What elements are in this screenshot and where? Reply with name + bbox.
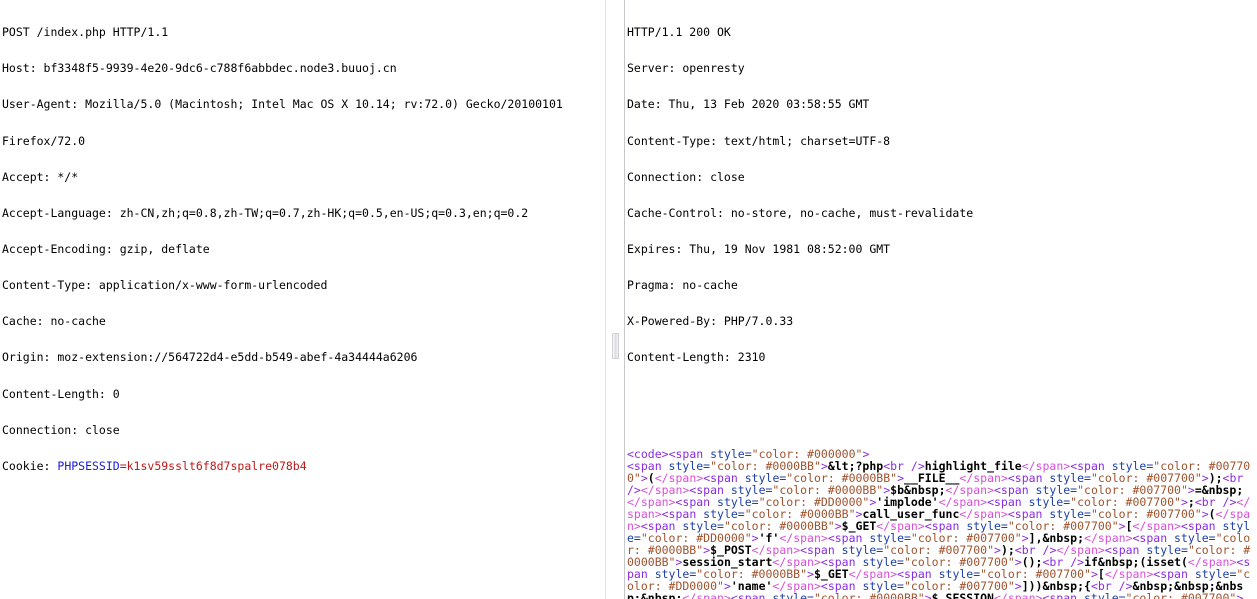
response-header-line: Server: openresty (627, 61, 745, 76)
http-viewer-window: POST /index.php HTTP/1.1 Host: bf3348f5-… (0, 0, 1257, 599)
response-header-line: Pragma: no-cache (627, 278, 738, 293)
response-header-line: Date: Thu, 13 Feb 2020 03:58:55 GMT (627, 97, 870, 112)
response-header-line: Cache-Control: no-store, no-cache, must-… (627, 205, 974, 220)
blank-separator (627, 388, 1257, 400)
splitter-grip-handle[interactable] (612, 333, 619, 359)
response-pane[interactable]: HTTP/1.1 200 OK Server: openresty Date: … (625, 0, 1257, 599)
cookie-value: =k1sv59sslt6f8d7spalre078b4 (119, 458, 307, 473)
request-text[interactable]: POST /index.php HTTP/1.1 Host: bf3348f5-… (0, 0, 605, 496)
response-header-line: X-Powered-By: PHP/7.0.33 (627, 314, 794, 329)
request-line: Accept: */* (2, 169, 79, 184)
request-line: Firefox/72.0 (2, 133, 86, 148)
request-line: Host: bf3348f5-9939-4e20-9dc6-c788f6abbd… (2, 61, 397, 76)
response-header-line: Content-Length: 2310 (627, 350, 766, 365)
response-header-line: Expires: Thu, 19 Nov 1981 08:52:00 GMT (627, 241, 891, 256)
cookie-line: Cookie: PHPSESSID=k1sv59sslt6f8d7spalre0… (2, 460, 605, 472)
request-line: Content-Type: application/x-www-form-url… (2, 278, 328, 293)
response-header-line: Content-Type: text/html; charset=UTF-8 (627, 133, 891, 148)
request-line: Origin: moz-extension://564722d4-e5dd-b5… (2, 350, 418, 365)
response-body-source: <code><span style="color: #000000"> <spa… (627, 446, 1251, 599)
cookie-name: PHPSESSID (57, 458, 120, 473)
request-pane[interactable]: POST /index.php HTTP/1.1 Host: bf3348f5-… (0, 0, 605, 599)
request-line: Accept-Language: zh-CN,zh;q=0.8,zh-TW;q=… (2, 205, 529, 220)
pane-splitter[interactable] (605, 0, 625, 599)
request-line: Cache: no-cache (2, 314, 106, 329)
response-text[interactable]: HTTP/1.1 200 OK Server: openresty Date: … (625, 0, 1257, 599)
cookie-label: Cookie: (2, 458, 58, 473)
request-line: POST /index.php HTTP/1.1 (2, 25, 169, 40)
request-line: Connection: close (2, 422, 120, 437)
request-line: Accept-Encoding: gzip, deflate (2, 241, 210, 256)
response-header-line: HTTP/1.1 200 OK (627, 25, 731, 40)
request-line: Content-Length: 0 (2, 386, 120, 401)
request-line: User-Agent: Mozilla/5.0 (Macintosh; Inte… (2, 97, 563, 112)
response-header-line: Connection: close (627, 169, 745, 184)
